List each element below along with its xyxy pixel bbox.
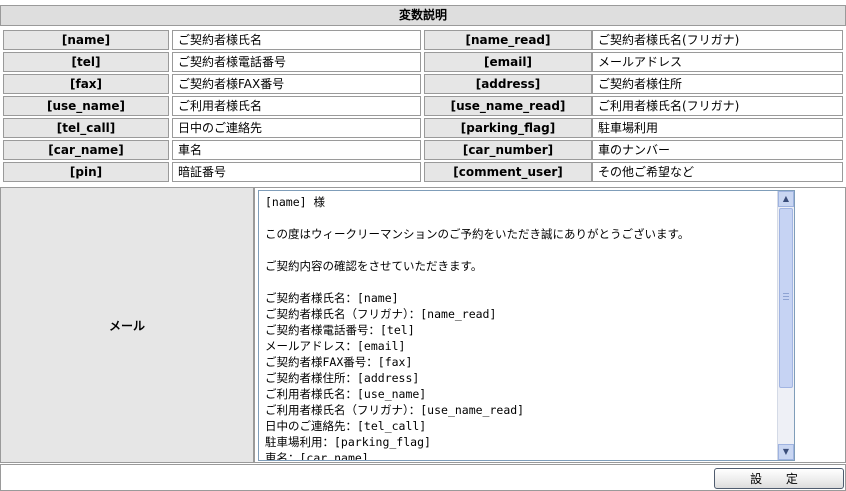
variable-key: [tel] — [3, 52, 169, 72]
section-title: 変数説明 — [0, 5, 846, 26]
variable-description: ご利用者様氏名 — [172, 96, 421, 116]
footer-row: 設 定 — [0, 464, 846, 491]
variable-description: 駐車場利用 — [592, 118, 843, 138]
variable-description: メールアドレス — [592, 52, 843, 72]
variable-key: [use_name] — [3, 96, 169, 116]
table-row: [pin] 暗証番号 [comment_user] その他ご希望など — [0, 160, 846, 182]
table-row: [car_name] 車名 [car_number] 車のナンバー — [0, 138, 846, 160]
variable-description: ご契約者様FAX番号 — [172, 74, 421, 94]
variable-description: ご契約者様氏名 — [172, 30, 421, 50]
table-row: [tel_call] 日中のご連絡先 [parking_flag] 駐車場利用 — [0, 116, 846, 138]
variable-key: [address] — [424, 74, 592, 94]
arrow-down-icon[interactable]: ▼ — [778, 444, 794, 460]
variable-description: 車のナンバー — [592, 140, 843, 160]
mail-body-textarea[interactable]: [name] 様 この度はウィークリーマンションのご予約をいただき誠にありがとう… — [258, 190, 795, 461]
variable-key: [fax] — [3, 74, 169, 94]
mail-scrollbar[interactable]: ▲ ▼ — [777, 191, 794, 460]
variable-description: 車名 — [172, 140, 421, 160]
variable-key: [email] — [424, 52, 592, 72]
variable-table: [name] ご契約者様氏名 [name_read] ご契約者様氏名(フリガナ)… — [0, 28, 846, 186]
table-row: [use_name] ご利用者様氏名 [use_name_read] ご利用者様… — [0, 94, 846, 116]
scrollbar-thumb[interactable] — [779, 208, 793, 388]
grip-line — [783, 293, 789, 294]
variable-key: [use_name_read] — [424, 96, 592, 116]
grip-line — [783, 296, 789, 297]
variable-key: [car_number] — [424, 140, 592, 160]
mail-cell: [name] 様 この度はウィークリーマンションのご予約をいただき誠にありがとう… — [254, 187, 846, 463]
mail-label: メール — [0, 187, 254, 463]
variable-description: ご契約者様住所 — [592, 74, 843, 94]
variable-key: [name] — [3, 30, 169, 50]
footer-cell: 設 定 — [0, 464, 846, 491]
variable-key: [parking_flag] — [424, 118, 592, 138]
submit-button[interactable]: 設 定 — [714, 468, 844, 489]
variable-key: [pin] — [3, 162, 169, 182]
variable-description: ご利用者様氏名(フリガナ) — [592, 96, 843, 116]
variable-description: 日中のご連絡先 — [172, 118, 421, 138]
variable-description: 暗証番号 — [172, 162, 421, 182]
arrow-up-icon[interactable]: ▲ — [778, 191, 794, 207]
variable-key: [comment_user] — [424, 162, 592, 182]
variable-key: [name_read] — [424, 30, 592, 50]
table-row: [tel] ご契約者様電話番号 [email] メールアドレス — [0, 50, 846, 72]
mail-body-text[interactable]: [name] 様 この度はウィークリーマンションのご予約をいただき誠にありがとう… — [265, 194, 775, 460]
variable-description: ご契約者様電話番号 — [172, 52, 421, 72]
variable-description: その他ご希望など — [592, 162, 843, 182]
table-row: [name] ご契約者様氏名 [name_read] ご契約者様氏名(フリガナ) — [0, 28, 846, 50]
mail-row: メール [name] 様 この度はウィークリーマンションのご予約をいただき誠にあ… — [0, 187, 846, 463]
variable-key: [car_name] — [3, 140, 169, 160]
table-row: [fax] ご契約者様FAX番号 [address] ご契約者様住所 — [0, 72, 846, 94]
grip-line — [783, 299, 789, 300]
variable-key: [tel_call] — [3, 118, 169, 138]
variable-description: ご契約者様氏名(フリガナ) — [592, 30, 843, 50]
